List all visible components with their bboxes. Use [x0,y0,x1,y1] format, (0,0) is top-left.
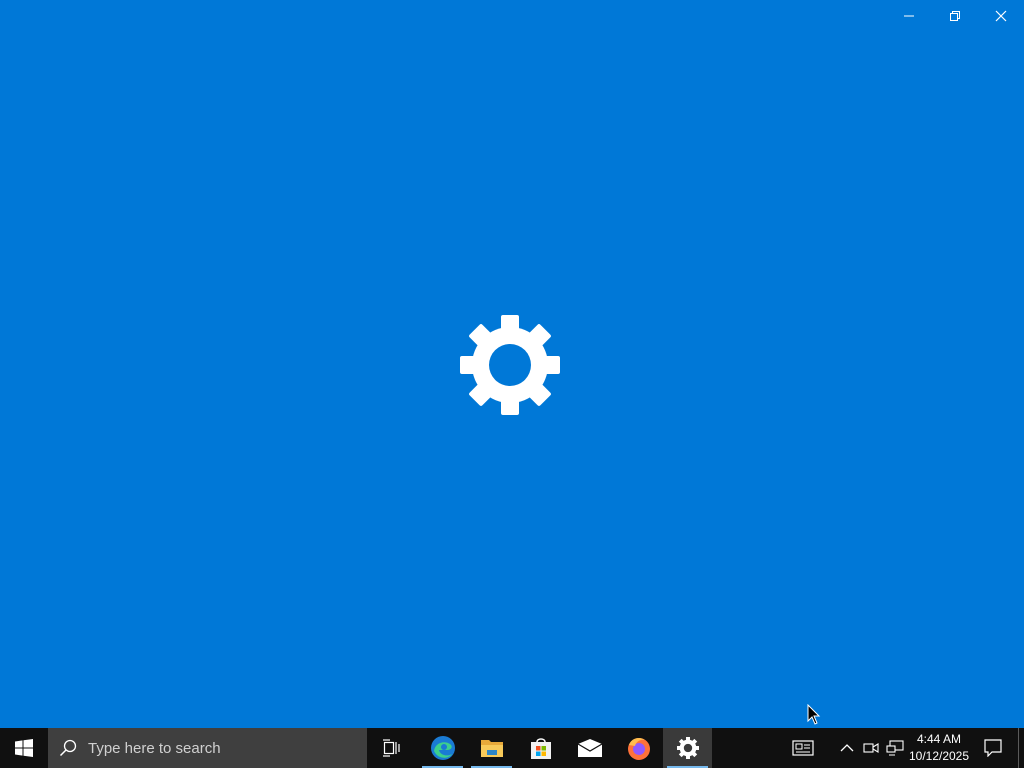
search-icon [48,728,88,768]
clock-time: 4:44 AM [916,732,962,746]
settings-splash [0,0,1024,728]
restore-button[interactable] [932,0,978,32]
action-center-icon [984,739,1002,757]
taskbar-firefox[interactable] [614,728,663,768]
close-button[interactable] [978,0,1024,32]
news-button[interactable] [786,728,820,768]
folder-icon [480,740,503,757]
firefox-icon [627,737,650,760]
taskbar-store[interactable] [516,728,565,768]
news-icon [792,740,814,756]
store-icon [530,738,551,759]
edge-icon [430,736,455,760]
start-button[interactable] [0,728,48,768]
mail-icon [577,739,602,757]
action-center-button[interactable] [978,728,1008,768]
search-placeholder: Type here to search [88,739,221,757]
windows-logo-icon [15,739,33,757]
gear-icon [460,315,560,415]
show-desktop-button[interactable] [1018,728,1024,768]
meet-now-button[interactable] [860,728,882,768]
task-view-icon [383,739,400,757]
chevron-up-icon [840,744,854,752]
gear-icon [676,737,699,759]
taskbar-mail[interactable] [565,728,614,768]
show-hidden-icons-button[interactable] [836,728,858,768]
taskbar-settings[interactable] [663,728,712,768]
clock-date: 10/12/2025 [908,749,970,763]
minimize-button[interactable] [886,0,932,32]
restore-icon [950,11,960,21]
clock[interactable]: 4:44 AM 10/12/2025 [906,728,972,768]
network-icon [886,740,904,756]
taskbar-file-explorer[interactable] [467,728,516,768]
task-view-button[interactable] [368,728,416,768]
search-box[interactable]: Type here to search [48,728,367,768]
minimize-icon [904,15,914,17]
mouse-cursor-icon [807,704,821,725]
meet-now-icon [863,743,879,753]
network-button[interactable] [884,728,906,768]
taskbar-edge[interactable] [418,728,467,768]
taskbar: Type here to search 4:44 AM 10/12/2025 [0,728,1024,768]
close-icon [995,10,1007,22]
